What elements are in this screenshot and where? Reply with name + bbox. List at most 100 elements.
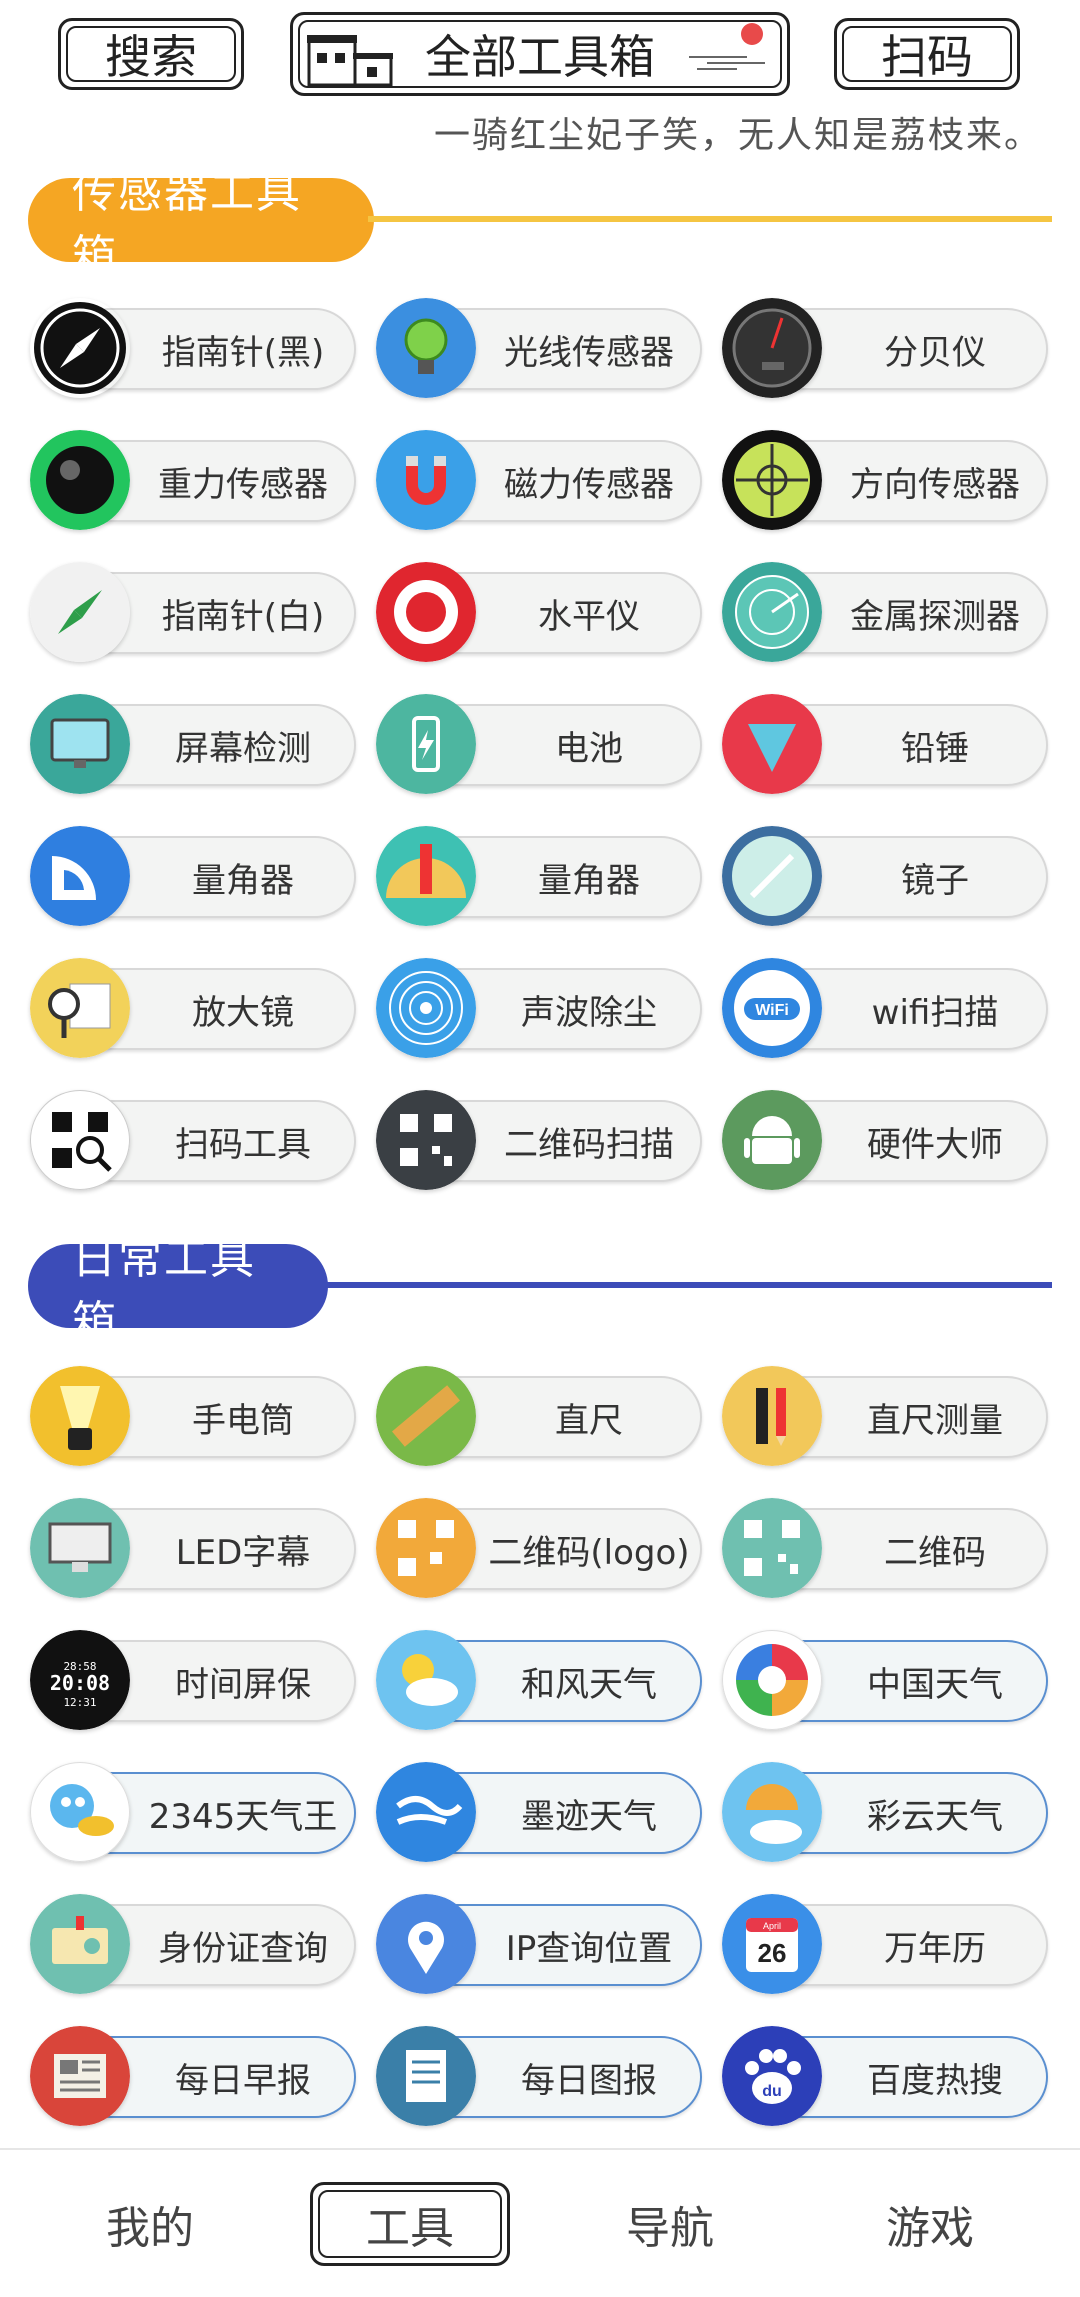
tool-item-label: 和风天气 (521, 1664, 657, 1705)
search-button[interactable]: 搜索 (58, 18, 244, 90)
tool-item[interactable]: 镜子 (722, 826, 1048, 926)
tool-item[interactable]: 指南针(黑) (30, 302, 356, 394)
tool-item-label: 磁力传感器 (504, 464, 674, 505)
nav-guide[interactable]: 导航 (570, 2182, 770, 2266)
page-title: 全部工具箱 (290, 12, 790, 96)
tool-item[interactable]: 声波除尘 (376, 958, 702, 1058)
tool-item[interactable]: 直尺 (376, 1366, 702, 1466)
tool-item[interactable]: 手电筒 (30, 1366, 356, 1466)
tool-item[interactable]: du 百度热搜 (722, 2026, 1048, 2126)
tool-item[interactable]: 每日图报 (376, 2026, 702, 2126)
battery-icon (376, 694, 476, 794)
svg-text:12:31: 12:31 (63, 1696, 96, 1709)
tool-item[interactable]: 二维码(logo) (376, 1498, 702, 1598)
digital-clock-icon: 28:58 20:08 12:31 (30, 1630, 130, 1730)
cloud-lines-icon (689, 56, 765, 70)
tool-item-label: 指南针(黑) (161, 332, 325, 373)
tool-item[interactable]: 和风天气 (376, 1630, 702, 1730)
plumb-bob-icon (722, 694, 822, 794)
location-pin-icon (376, 1894, 476, 1994)
tool-item-label: 铅锤 (901, 728, 969, 769)
nav-mine-label: 我的 (106, 2203, 194, 2254)
tool-item-label: 身份证查询 (158, 1928, 328, 1969)
nav-games[interactable]: 游戏 (830, 2182, 1030, 2266)
tool-item-label: 方向传感器 (850, 464, 1020, 505)
tool-item[interactable]: 水平仪 (376, 562, 702, 662)
tool-item-label: 彩云天气 (867, 1796, 1003, 1837)
tool-item[interactable]: 2345天气王 (30, 1762, 356, 1862)
tool-item[interactable]: 方向传感器 (722, 430, 1048, 530)
tool-item[interactable]: 中国天气 (722, 1630, 1048, 1730)
tool-item-label: 分贝仪 (884, 332, 986, 373)
tool-item[interactable]: 彩云天气 (722, 1762, 1048, 1862)
tool-item-label: 中国天气 (867, 1664, 1003, 1705)
search-button-label: 搜索 (105, 30, 197, 84)
light-bulb-icon (376, 298, 476, 398)
tool-item-label: 二维码 (884, 1532, 986, 1573)
news-doc-icon (376, 2026, 476, 2126)
tool-item[interactable]: 放大镜 (30, 958, 356, 1058)
section-divider (322, 1282, 1052, 1288)
baidu-paw-icon: du (722, 2026, 822, 2126)
tool-item[interactable]: 直尺测量 (722, 1366, 1048, 1466)
tool-item[interactable]: 二维码 (722, 1498, 1048, 1598)
top-bar: 搜索 全部工具箱 扫码 (0, 0, 1080, 105)
tool-item[interactable]: 身份证查询 (30, 1894, 356, 1994)
wifi-icon: WiFi (722, 958, 822, 1058)
qr-scan-icon (30, 1090, 130, 1190)
crosshair-icon (722, 430, 822, 530)
nav-games-label: 游戏 (886, 2203, 974, 2254)
nav-tools-label: 工具 (366, 2203, 454, 2254)
tool-item[interactable]: 28:58 20:08 12:31 时间屏保 (30, 1630, 356, 1730)
tool-item[interactable]: 电池 (376, 694, 702, 794)
tool-item-label: 时间屏保 (175, 1664, 311, 1705)
nav-tools[interactable]: 工具 (310, 2182, 510, 2266)
svg-text:20:08: 20:08 (50, 1671, 110, 1695)
tool-item[interactable]: 磁力传感器 (376, 430, 702, 530)
china-weather-icon (722, 1630, 822, 1730)
section-header-sensors: 传感器工具箱 (28, 167, 1052, 282)
wind-cloud-icon (376, 1762, 476, 1862)
tool-item[interactable]: 指南针(白) (30, 562, 356, 662)
page-title-text: 全部工具箱 (425, 30, 655, 84)
scan-button[interactable]: 扫码 (834, 18, 1020, 90)
led-monitor-icon (30, 1498, 130, 1598)
tool-item[interactable]: LED字幕 (30, 1498, 356, 1598)
tool-item[interactable]: 每日早报 (30, 2026, 356, 2126)
tool-item[interactable]: IP查询位置 (376, 1894, 702, 1994)
octopus-weather-icon (30, 1762, 130, 1862)
tool-item-label: 屏幕检测 (175, 728, 311, 769)
tool-item[interactable]: 金属探测器 (722, 562, 1048, 662)
nav-mine[interactable]: 我的 (50, 2182, 250, 2266)
radar-icon (722, 562, 822, 662)
tool-item[interactable]: 铅锤 (722, 694, 1048, 794)
section-header-daily: 日常工具箱 (28, 1233, 1052, 1348)
tool-item-label: 直尺 (555, 1400, 623, 1441)
svg-text:WiFi: WiFi (755, 1002, 789, 1019)
tool-item[interactable]: WiFi wifi扫描 (722, 958, 1048, 1058)
tool-item[interactable]: 量角器 (376, 826, 702, 926)
svg-text:April: April (763, 1921, 781, 1931)
tool-item[interactable]: 扫码工具 (30, 1090, 356, 1190)
tool-item[interactable]: 屏幕检测 (30, 694, 356, 794)
tool-item-label: 每日图报 (521, 2060, 657, 2101)
svg-text:26: 26 (758, 1938, 787, 1968)
tool-item-label: 扫码工具 (175, 1124, 311, 1165)
tool-item[interactable]: 硬件大师 (722, 1090, 1048, 1190)
daily-tool-grid: 手电筒 直尺 直尺测量 LED字幕 二维码(logo) 二维码 28:58 20:08 12:3… (30, 1366, 1050, 2126)
tool-item-label: 镜子 (901, 860, 969, 901)
tool-item-label: 手电筒 (192, 1400, 294, 1441)
tool-item-label: IP查询位置 (505, 1928, 673, 1969)
tool-item-label: 水平仪 (538, 596, 640, 637)
tool-item[interactable]: 二维码扫描 (376, 1090, 702, 1190)
monitor-icon (30, 694, 130, 794)
tool-item-label: 量角器 (538, 860, 640, 901)
tool-item[interactable]: 分贝仪 (722, 298, 1048, 398)
tool-item-label: 量角器 (192, 860, 294, 901)
tool-item[interactable]: 重力传感器 (30, 430, 356, 530)
tool-item[interactable]: 光线传感器 (376, 298, 702, 398)
tool-item[interactable]: 墨迹天气 (376, 1762, 702, 1862)
tool-item[interactable]: 量角器 (30, 826, 356, 926)
tool-item-label: 重力传感器 (158, 464, 328, 505)
tool-item[interactable]: April 26 万年历 (722, 1894, 1048, 1994)
